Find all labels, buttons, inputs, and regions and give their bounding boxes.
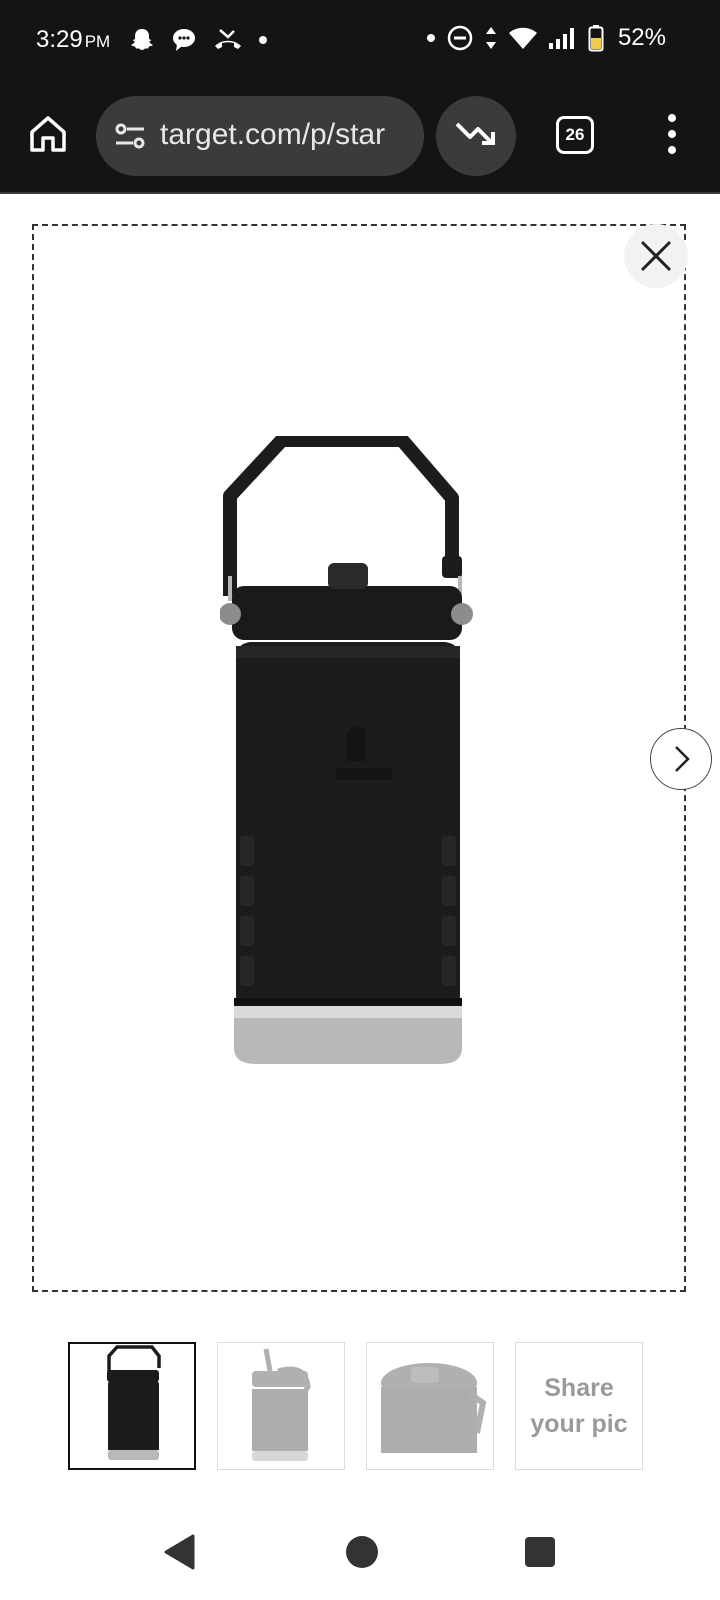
- share-your-pic-label: Share your pic: [530, 1370, 627, 1442]
- nav-back-icon[interactable]: [162, 1534, 198, 1570]
- chat-bubble-icon: [173, 29, 195, 51]
- nav-recents-icon[interactable]: [524, 1536, 556, 1568]
- share-your-pic-tile[interactable]: Share your pic: [515, 1342, 643, 1470]
- jug-thumbnail-image: [107, 1345, 161, 1460]
- share-label-line1: Share: [544, 1374, 614, 1402]
- chevron-right-icon: [675, 746, 690, 772]
- wifi-icon: [508, 27, 537, 49]
- price-tracking-button[interactable]: [436, 96, 516, 176]
- home-button[interactable]: [26, 112, 70, 156]
- status-time: 3:29 PM: [36, 26, 110, 54]
- overflow-menu-button[interactable]: [656, 110, 688, 158]
- signal-icon: [548, 28, 574, 49]
- status-time-value: 3:29: [36, 26, 83, 53]
- system-navigation-bar: [0, 1520, 720, 1600]
- home-icon: [30, 116, 66, 152]
- trending-icon: [455, 122, 495, 145]
- battery-percent: 52%: [617, 24, 666, 51]
- data-arrows-icon: [485, 27, 496, 49]
- close-icon: [640, 240, 672, 272]
- thumbnail-2[interactable]: [217, 1342, 345, 1470]
- thumbnail-3[interactable]: [366, 1342, 494, 1470]
- thumbnail-1[interactable]: [68, 1342, 196, 1470]
- nav-home-icon[interactable]: [344, 1534, 380, 1570]
- dot-icon: [426, 34, 435, 42]
- missed-call-icon: [215, 29, 241, 49]
- battery-icon: [588, 25, 604, 52]
- product-image: [220, 436, 473, 1064]
- dnd-icon: [447, 25, 473, 51]
- url-text[interactable]: target.com/p/star: [160, 118, 420, 154]
- close-button[interactable]: [624, 224, 688, 288]
- tabs-icon: 26: [556, 116, 594, 154]
- share-label-line2: your pic: [530, 1410, 628, 1438]
- tab-switcher-button[interactable]: 26: [556, 116, 594, 154]
- jug-side-thumbnail-image: [252, 1348, 311, 1461]
- tune-icon[interactable]: [112, 118, 148, 154]
- browser-toolbar: target.com/p/star 26: [0, 82, 720, 194]
- more-vert-icon: [668, 114, 676, 154]
- address-bar[interactable]: target.com/p/star: [96, 96, 424, 176]
- system-icons: 52%: [426, 24, 666, 52]
- next-image-button[interactable]: [650, 728, 712, 790]
- status-time-ampm: PM: [84, 32, 111, 51]
- notification-icons: [128, 26, 268, 54]
- dot-icon: [259, 36, 267, 44]
- snapchat-icon: [131, 29, 153, 50]
- status-bar: 3:29 PM 52%: [0, 0, 720, 82]
- lid-closeup-thumbnail-image: [381, 1363, 487, 1453]
